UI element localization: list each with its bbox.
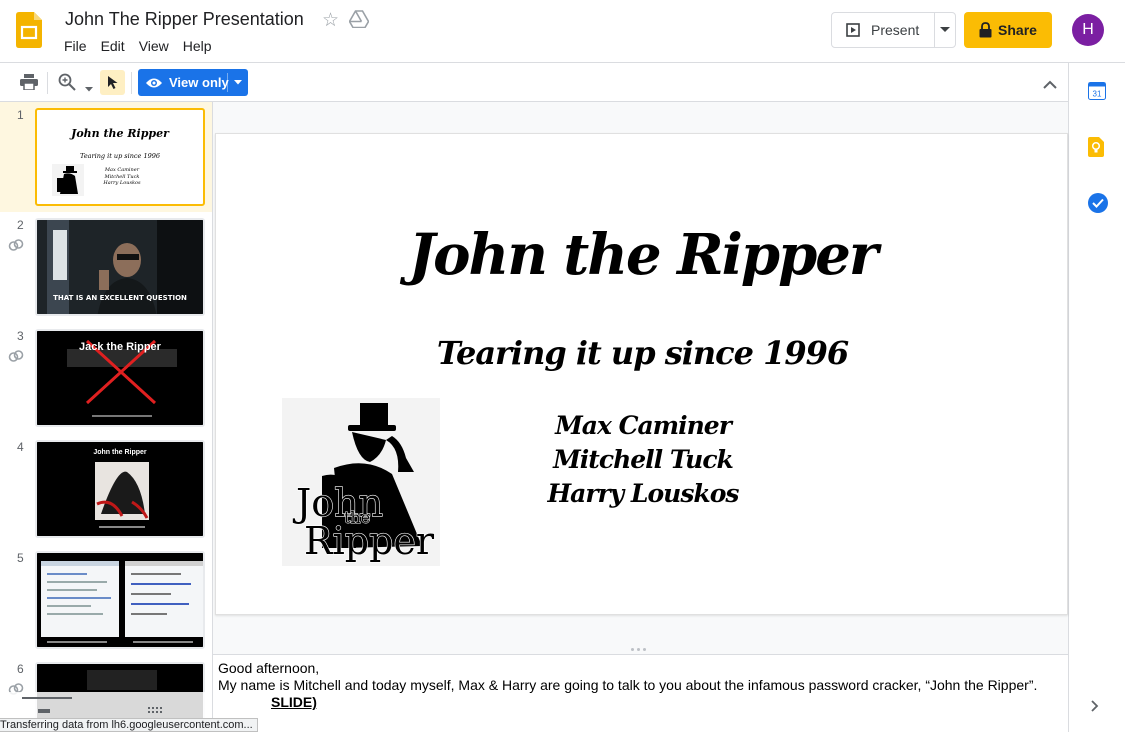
tasks-icon[interactable]: [1088, 193, 1108, 213]
slide-thumbnail-row[interactable]: 2 THAT IS AN EXCELLENT QUESTION: [0, 212, 212, 322]
thumbnail-image: [37, 442, 203, 536]
slides-logo-icon[interactable]: [16, 12, 42, 48]
filmstrip-view-icon[interactable]: [38, 709, 50, 713]
slide-number: 4: [17, 440, 24, 454]
share-button[interactable]: Share: [964, 12, 1052, 48]
notes-resize-handle[interactable]: [213, 645, 1068, 655]
menu-edit[interactable]: Edit: [101, 38, 131, 54]
view-mode-button[interactable]: View only: [138, 69, 248, 96]
slide-thumbnail[interactable]: THAT IS AN EXCELLENT QUESTION: [35, 218, 205, 316]
john-the-ripper-logo: John the Ripper: [282, 398, 440, 566]
keep-icon[interactable]: [1088, 137, 1108, 157]
eye-icon: [146, 78, 162, 87]
expand-panel-icon[interactable]: [1091, 699, 1099, 717]
share-label: Share: [998, 22, 1037, 38]
notes-line: Good afternoon,: [218, 660, 320, 676]
slide-thumbnail-row[interactable]: 5: [0, 545, 212, 655]
document-title[interactable]: John The Ripper Presentation: [65, 9, 304, 30]
thumbnail-logo: [52, 164, 84, 196]
slide-title: John the Ripper: [408, 222, 879, 288]
present-button[interactable]: Present: [832, 13, 936, 47]
cursor-icon: [107, 76, 117, 89]
slide-filmstrip: 1 John the Ripper Tearing it up since 19…: [0, 102, 213, 732]
present-dropdown-button[interactable]: [935, 13, 955, 47]
presenter-name: Harry Louskos: [547, 479, 740, 508]
thumbnail-caption: John the Ripper: [93, 449, 147, 456]
zoom-caret-down-icon[interactable]: [85, 79, 93, 97]
current-slide[interactable]: John the Ripper Tearing it up since 1996…: [215, 133, 1068, 615]
slide-thumbnail-row[interactable]: 4 John the Ripper: [0, 434, 212, 544]
thumbnail-subtitle: Tearing it up since 1996: [79, 152, 161, 160]
link-icon: [8, 239, 24, 251]
link-icon: [8, 350, 24, 362]
speaker-notes[interactable]: Good afternoon, My name is Mitchell and …: [213, 655, 1068, 732]
presenter-name: Max Caminer: [555, 411, 732, 440]
toolbar-divider: [131, 72, 132, 94]
filmstrip-scroll-indicator: [22, 697, 72, 699]
slide-subtitle: Tearing it up since 1996: [436, 334, 849, 372]
select-tool-button[interactable]: [100, 70, 125, 95]
toolbar: View only: [0, 63, 1068, 102]
thumbnail-caption: THAT IS AN EXCELLENT QUESTION: [53, 294, 187, 302]
slide-thumbnail[interactable]: John the Ripper Tearing it up since 1996…: [35, 108, 205, 206]
presenter-name: Mitchell Tuck: [553, 445, 734, 474]
slide-thumbnail[interactable]: Jack the Ripper: [35, 329, 205, 427]
toolbar-divider: [47, 72, 48, 94]
thumbnail-names: Max Caminer Mitchell Tuck Harry Louskos: [97, 167, 147, 187]
present-button-group: Present: [831, 12, 956, 48]
slide-number: 6: [17, 662, 24, 676]
menu-view[interactable]: View: [139, 38, 175, 54]
svg-text:31: 31: [1093, 90, 1102, 99]
menu-file[interactable]: File: [64, 38, 93, 54]
caret-down-icon: [940, 27, 951, 32]
slide-thumbnail-row[interactable]: 1 John the Ripper Tearing it up since 19…: [0, 102, 212, 212]
lock-icon: [979, 22, 992, 38]
side-panel: 31: [1068, 63, 1125, 732]
view-mode-divider: [227, 73, 228, 92]
print-icon[interactable]: [20, 74, 38, 95]
presenter-names: Max Caminer Mitchell Tuck Harry Louskos: [543, 409, 743, 511]
drive-icon[interactable]: [348, 10, 370, 33]
notes-line: My name is Mitchell and today myself, Ma…: [218, 677, 1038, 693]
calendar-icon[interactable]: 31: [1088, 82, 1108, 102]
menu-help[interactable]: Help: [183, 38, 218, 54]
menu-bar: File Edit View Help: [64, 38, 226, 54]
slide-canvas: John the Ripper Tearing it up since 1996…: [213, 102, 1068, 654]
star-icon[interactable]: ☆: [322, 9, 339, 32]
view-mode-label: View only: [169, 75, 229, 90]
zoom-icon[interactable]: [58, 73, 76, 96]
account-avatar[interactable]: H: [1072, 14, 1104, 46]
slide-thumbnail[interactable]: John the Ripper: [35, 440, 205, 538]
slide-number: 2: [17, 218, 24, 232]
slide-thumbnail[interactable]: [35, 551, 205, 649]
slide-number: 5: [17, 551, 24, 565]
present-icon: [846, 23, 860, 37]
slide-thumbnail-row[interactable]: 3 Jack the Ripper: [0, 323, 212, 433]
slides-app: John The Ripper Presentation ☆ File Edit…: [0, 0, 1125, 732]
svg-text:Ripper: Ripper: [304, 519, 435, 563]
drag-dots-icon: [631, 648, 646, 651]
slide-number: 3: [17, 329, 24, 343]
grid-view-icon[interactable]: [148, 707, 162, 713]
present-label: Present: [871, 22, 920, 38]
app-header: John The Ripper Presentation ☆ File Edit…: [0, 0, 1125, 63]
thumbnail-caption: Jack the Ripper: [79, 341, 161, 353]
slide-number: 1: [17, 108, 24, 122]
thumbnail-image: [37, 553, 203, 647]
collapse-menus-icon[interactable]: [1043, 76, 1057, 94]
browser-status-bar: Transferring data from lh6.googleusercon…: [0, 718, 258, 732]
caret-down-icon: [234, 80, 242, 85]
notes-line: SLIDE): [271, 694, 317, 710]
thumbnail-name: Harry Louskos: [103, 180, 141, 186]
thumbnail-title: John the Ripper: [71, 127, 169, 140]
